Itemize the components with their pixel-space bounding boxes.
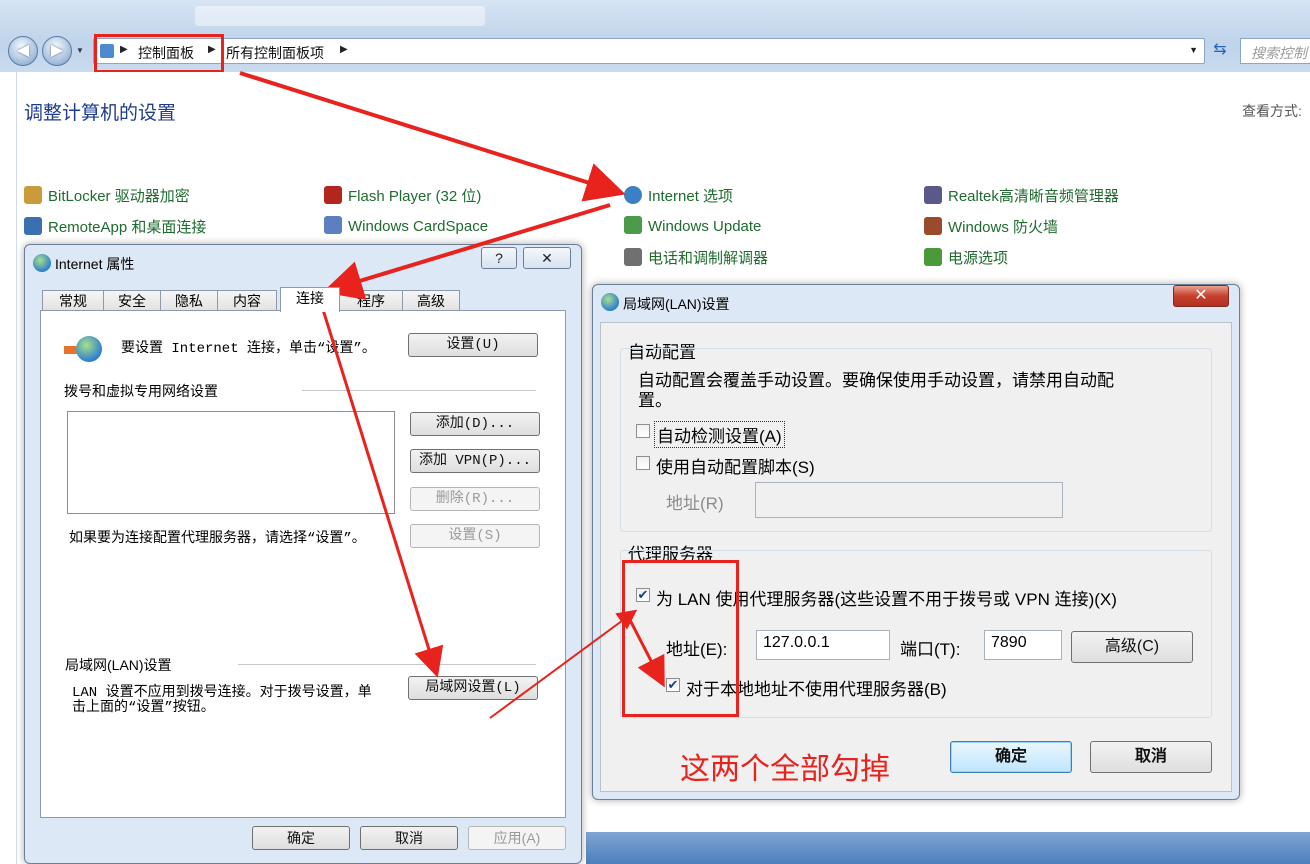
add-connection-button[interactable]: 添加(D)... — [410, 412, 540, 436]
lan-group-label: 局域网(LAN)设置 — [65, 657, 172, 673]
cp-item-firewall[interactable]: Windows 防火墙 — [924, 216, 1058, 236]
phone-modem-icon — [624, 248, 642, 266]
annotation-highlight-breadcrumb — [94, 34, 224, 73]
cp-item-label: Windows Update — [648, 218, 762, 235]
close-button[interactable]: ✕ — [1173, 285, 1229, 307]
internet-options-icon — [624, 186, 642, 204]
desktop-background-strip — [586, 832, 1310, 864]
auto-detect-label[interactable]: 自动检测设置(A) — [654, 421, 785, 448]
dialog-title: 局域网(LAN)设置 — [623, 296, 730, 312]
cp-item-windows-update[interactable]: Windows Update — [624, 216, 761, 236]
breadcrumb-chevron-icon[interactable]: ▶ — [340, 44, 348, 55]
tab-privacy[interactable]: 隐私 — [160, 290, 218, 311]
cancel-button[interactable]: 取消 — [360, 826, 458, 850]
audio-manager-icon — [924, 186, 942, 204]
auto-config-description-line-1: 自动配置会覆盖手动设置。要确保使用手动设置，请禁用自动配 — [638, 371, 1114, 390]
power-options-icon — [924, 248, 942, 266]
cp-item-label: Windows CardSpace — [348, 218, 489, 235]
apply-button[interactable]: 应用(A) — [468, 826, 566, 850]
cp-item-cardspace[interactable]: Windows CardSpace — [324, 216, 488, 236]
script-address-label: 地址(R) — [666, 494, 724, 513]
connection-wizard-icon — [64, 336, 102, 364]
connection-settings-button[interactable]: 设置(S) — [410, 524, 540, 548]
cp-item-label: 电话和调制解调器 — [648, 250, 769, 267]
help-button[interactable]: ? — [481, 247, 517, 269]
setup-instruction: 要设置 Internet 连接，单击“设置”。 — [121, 341, 376, 357]
setup-button[interactable]: 设置(U) — [408, 333, 538, 357]
close-button[interactable]: ✕ — [523, 247, 571, 269]
cardspace-icon — [324, 216, 342, 234]
address-bar[interactable]: ▶ 控制面板 ▶ 所有控制面板项 ▶ ▼ — [93, 38, 1205, 64]
windows-update-icon — [624, 216, 642, 234]
search-input[interactable]: 搜索控制 — [1240, 38, 1310, 64]
proxy-address-field[interactable]: 127.0.0.1 — [756, 630, 890, 660]
page-title: 调整计算机的设置 — [24, 103, 177, 124]
tab-advanced[interactable]: 高级 — [402, 290, 460, 311]
cp-item-power-options[interactable]: 电源选项 — [924, 247, 1008, 267]
lan-settings-button[interactable]: 局域网设置(L) — [408, 676, 538, 700]
cp-item-label: RemoteApp 和桌面连接 — [48, 219, 207, 236]
cp-item-bitlocker[interactable]: BitLocker 驱动器加密 — [24, 185, 190, 205]
back-button[interactable]: ◀ — [8, 36, 38, 66]
advanced-proxy-button[interactable]: 高级(C) — [1071, 631, 1193, 663]
add-vpn-button[interactable]: 添加 VPN(P)... — [410, 449, 540, 473]
annotation-highlight-checkboxes — [622, 560, 739, 717]
flash-icon — [324, 186, 342, 204]
forward-button[interactable]: ▶ — [42, 36, 72, 66]
auto-config-script-checkbox[interactable] — [636, 456, 650, 470]
cp-item-label: Flash Player (32 位) — [348, 188, 482, 205]
tab-security[interactable]: 安全 — [103, 290, 161, 311]
proxy-port-field[interactable]: 7890 — [984, 630, 1062, 660]
tab-content[interactable]: 内容 — [217, 290, 277, 311]
back-arrow-icon: ◀ — [16, 42, 30, 59]
group-divider — [302, 390, 536, 391]
dialup-group-label: 拨号和虚拟专用网络设置 — [64, 383, 218, 399]
cp-item-label: BitLocker 驱动器加密 — [48, 188, 190, 205]
background-search-ghost — [195, 6, 485, 26]
help-icon: ? — [495, 250, 503, 266]
refresh-icon[interactable]: ⇆ — [1208, 39, 1232, 63]
group-divider — [238, 664, 536, 665]
bitlocker-icon — [24, 186, 42, 204]
lan-description-line-2: 击上面的“设置”按钮。 — [72, 700, 215, 716]
remoteapp-icon — [24, 217, 42, 235]
remove-connection-button[interactable]: 删除(R)... — [410, 487, 540, 511]
tab-programs[interactable]: 程序 — [339, 290, 403, 311]
lan-ok-button[interactable]: 确定 — [950, 741, 1072, 773]
proxy-settings-hint: 如果要为连接配置代理服务器，请选择“设置”。 — [69, 531, 366, 547]
cp-item-flash-player[interactable]: Flash Player (32 位) — [324, 185, 481, 205]
auto-detect-checkbox[interactable] — [636, 424, 650, 438]
cp-item-label: 电源选项 — [948, 250, 1009, 267]
cp-item-realtek-audio[interactable]: Realtek高清晰音频管理器 — [924, 185, 1119, 205]
forward-arrow-icon: ▶ — [50, 42, 64, 59]
dialog-title: Internet 属性 — [55, 256, 135, 272]
cp-item-label: Windows 防火墙 — [948, 219, 1059, 236]
cp-item-label: Realtek高清晰音频管理器 — [948, 188, 1119, 205]
tab-connections[interactable]: 连接 — [280, 287, 340, 312]
auto-config-description-line-2: 置。 — [638, 391, 672, 410]
tab-general[interactable]: 常规 — [42, 290, 104, 311]
ok-button[interactable]: 确定 — [252, 826, 350, 850]
cp-item-remoteapp[interactable]: RemoteApp 和桌面连接 — [24, 216, 206, 236]
internet-globe-icon — [601, 293, 619, 311]
lan-cancel-button[interactable]: 取消 — [1090, 741, 1212, 773]
breadcrumb-all-items[interactable]: 所有控制面板项 — [226, 43, 324, 63]
firewall-icon — [924, 217, 942, 235]
proxy-port-label: 端口(T): — [900, 640, 961, 659]
cp-item-label: Internet 选项 — [648, 188, 734, 205]
close-icon: ✕ — [541, 250, 553, 266]
cp-item-internet-options[interactable]: Internet 选项 — [624, 185, 733, 205]
address-history-dropdown-icon[interactable]: ▼ — [1189, 45, 1198, 55]
auto-config-script-label[interactable]: 使用自动配置脚本(S) — [656, 453, 815, 478]
view-by-label[interactable]: 查看方式: — [1242, 101, 1302, 121]
annotation-instruction: 这两个全部勾掉 — [680, 753, 890, 786]
connections-list[interactable] — [67, 411, 395, 514]
cp-item-phone-modem[interactable]: 电话和调制解调器 — [624, 247, 768, 267]
script-address-field[interactable] — [755, 482, 1063, 518]
recent-pages-dropdown[interactable]: ▼ — [76, 46, 84, 55]
internet-globe-icon — [33, 254, 51, 272]
close-icon: ✕ — [1194, 287, 1208, 304]
